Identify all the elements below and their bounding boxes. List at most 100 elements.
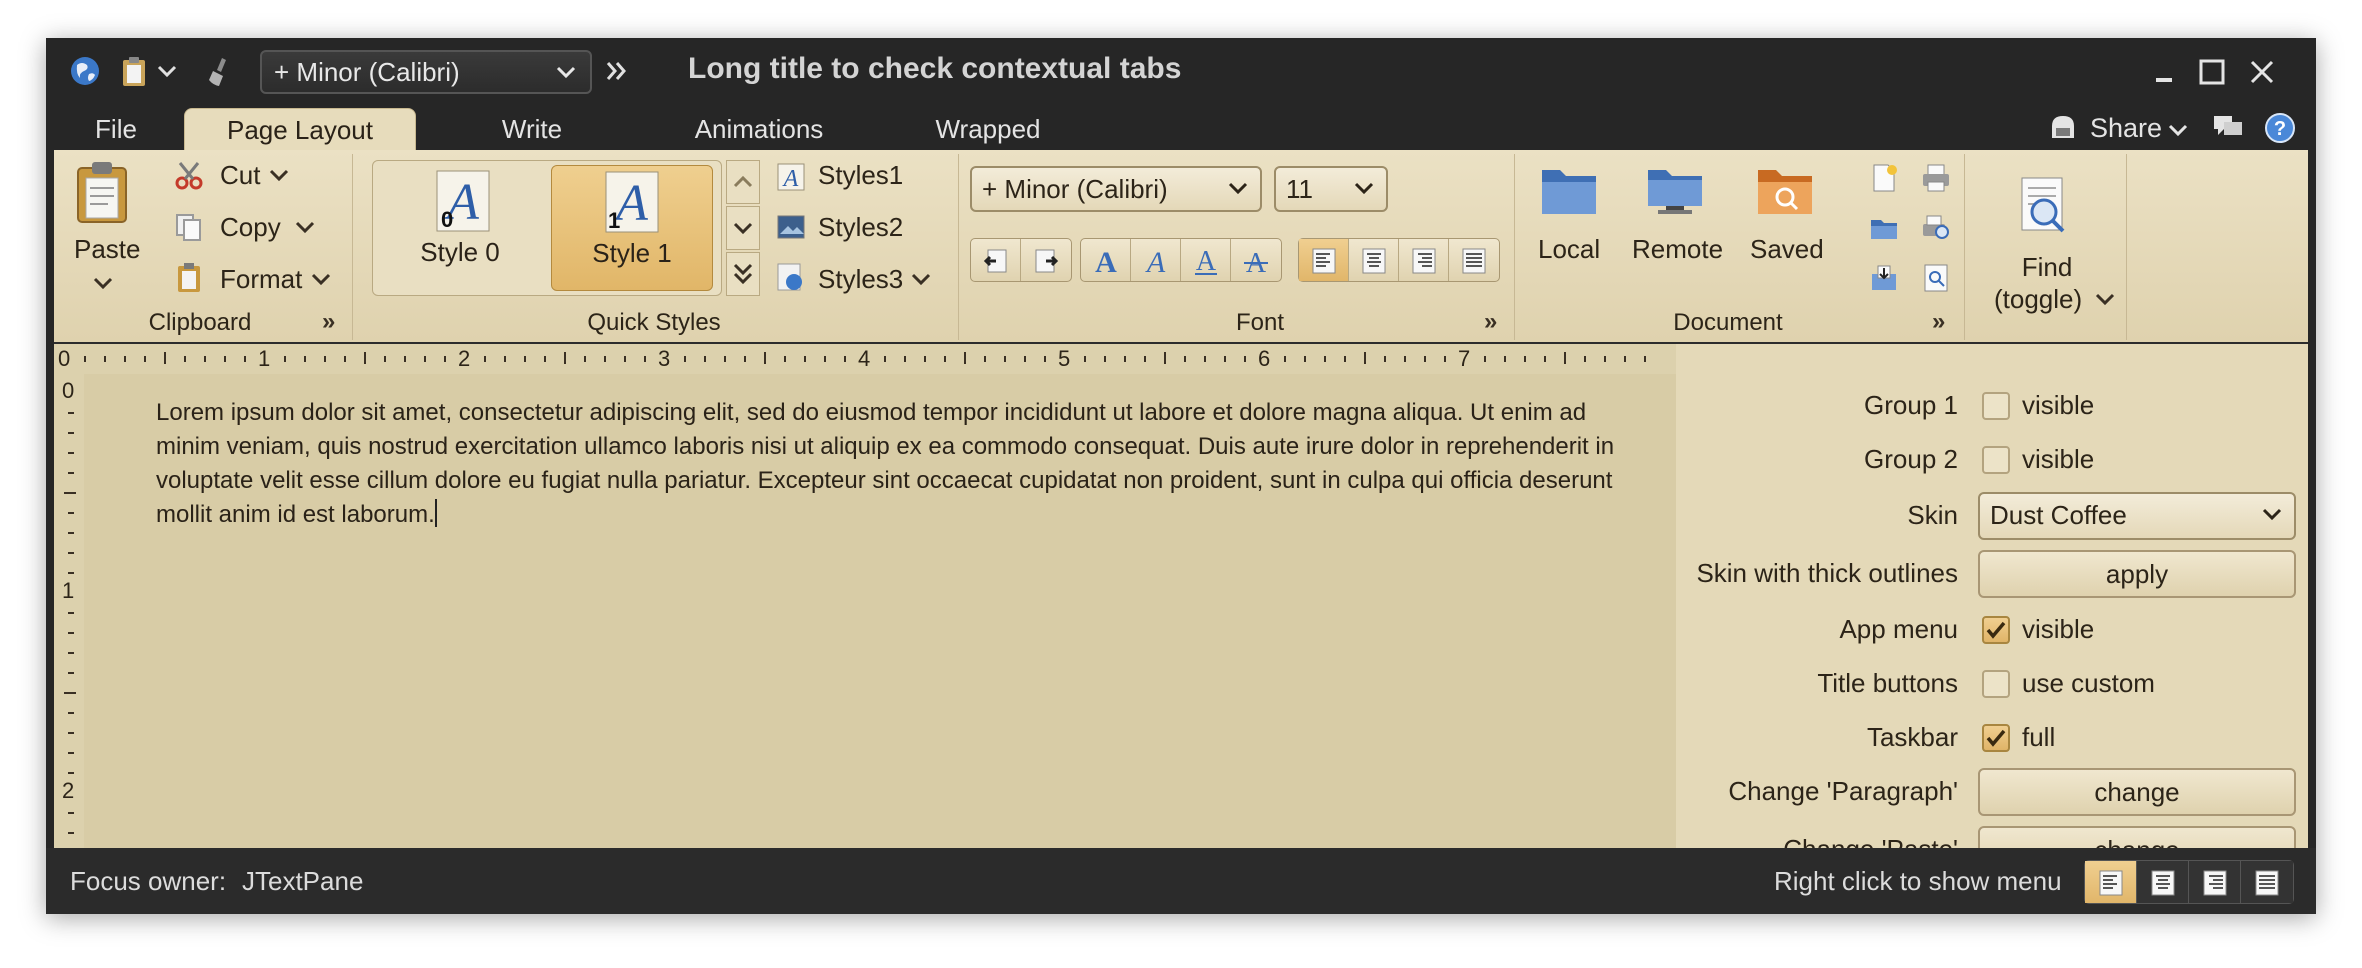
app-menu-checkbox[interactable]: [1982, 616, 2010, 644]
vertical-ruler[interactable]: 0 1 2: [54, 374, 84, 848]
clipboard-expand-icon[interactable]: »: [322, 308, 335, 336]
styles3-button[interactable]: Styles3: [818, 264, 903, 295]
tab-animations[interactable]: Animations: [654, 108, 864, 150]
text-editor[interactable]: Lorem ipsum dolor sit amet, consectetur …: [84, 374, 1676, 848]
ruler-tick: [904, 356, 906, 362]
tab-file[interactable]: File: [68, 108, 164, 150]
find-button-line1[interactable]: Find: [2014, 252, 2080, 283]
view-align-justify-button[interactable]: [2241, 861, 2293, 903]
find-document-icon[interactable]: [2014, 174, 2074, 240]
help-icon[interactable]: ?: [2264, 112, 2296, 144]
saved-button[interactable]: Saved: [1750, 234, 1824, 265]
font-expand-icon[interactable]: »: [1484, 308, 1497, 336]
app-menu-check-text[interactable]: visible: [2022, 614, 2094, 645]
taskbar-checkbox[interactable]: [1982, 724, 2010, 752]
local-button[interactable]: Local: [1538, 234, 1600, 265]
gallery-expand[interactable]: [726, 252, 760, 296]
align-center-button[interactable]: [1349, 239, 1399, 281]
styles2-button[interactable]: Styles2: [818, 212, 903, 243]
tab-wrapped[interactable]: Wrapped: [898, 108, 1078, 150]
document-expand-icon[interactable]: »: [1932, 308, 1945, 336]
align-justify-button[interactable]: [1449, 239, 1499, 281]
styles1-button[interactable]: Styles1: [818, 160, 903, 191]
share-icon[interactable]: [2048, 112, 2078, 142]
save-icon[interactable]: [1868, 262, 1900, 294]
style-0-item[interactable]: A 0 Style 0: [379, 165, 541, 291]
skin-select[interactable]: Dust Coffee: [1978, 492, 2296, 540]
minimize-icon[interactable]: [2148, 56, 2180, 88]
chevron-down-icon[interactable]: [156, 54, 178, 88]
view-align-right-button[interactable]: [2189, 861, 2241, 903]
title-buttons-check-text[interactable]: use custom: [2022, 668, 2155, 699]
ruler-tick: [764, 352, 766, 364]
editor-text[interactable]: Lorem ipsum dolor sit amet, consectetur …: [156, 396, 1616, 532]
increase-indent-button[interactable]: [1021, 239, 1071, 281]
scissors-icon[interactable]: [174, 160, 204, 190]
broom-icon[interactable]: [204, 54, 238, 88]
maximize-icon[interactable]: [2196, 56, 2228, 88]
remote-folder-icon[interactable]: [1644, 160, 1706, 218]
horizontal-ruler[interactable]: 0 1 2 3 4 5 6 7: [54, 344, 1676, 374]
chevron-down-icon[interactable]: [310, 268, 332, 290]
view-align-left-button[interactable]: [2085, 861, 2137, 903]
title-buttons-checkbox[interactable]: [1982, 670, 2010, 698]
local-folder-icon[interactable]: [1538, 160, 1600, 218]
taskbar-check-text[interactable]: full: [2022, 722, 2055, 753]
comments-icon[interactable]: [2212, 112, 2244, 142]
gallery-scroll-up[interactable]: [726, 160, 760, 204]
ruler-tick: [544, 356, 546, 362]
view-align-center-button[interactable]: [2137, 861, 2189, 903]
align-left-button[interactable]: [1299, 239, 1349, 281]
chevron-down-icon[interactable]: [2094, 288, 2116, 310]
globe-icon[interactable]: [68, 54, 102, 88]
font-size-combo[interactable]: 11: [1274, 166, 1388, 212]
gallery-scroll-down[interactable]: [726, 206, 760, 250]
copy-icon[interactable]: [174, 212, 204, 242]
underline-button[interactable]: A: [1181, 239, 1231, 281]
ruler-tick: [964, 352, 966, 364]
style-1-item[interactable]: A 1 Style 1: [551, 165, 713, 291]
group2-checkbox[interactable]: [1982, 446, 2010, 474]
tab-page-layout[interactable]: Page Layout: [184, 108, 416, 150]
remote-button[interactable]: Remote: [1632, 234, 1723, 265]
ruler-tick: [68, 732, 74, 734]
title-font-combo[interactable]: + Minor (Calibri): [260, 50, 592, 94]
format-painter-icon[interactable]: [174, 262, 204, 294]
text-style-buttons: A A A A: [1080, 238, 1282, 282]
chevron-up-icon: [733, 175, 753, 188]
paste-icon[interactable]: [72, 160, 132, 224]
bold-button[interactable]: A: [1081, 239, 1131, 281]
share-button[interactable]: Share: [2090, 110, 2162, 146]
find-button-line2[interactable]: (toggle): [1994, 284, 2082, 315]
decrease-indent-button[interactable]: [971, 239, 1021, 281]
tab-write[interactable]: Write: [452, 108, 612, 150]
chevron-down-icon[interactable]: [92, 272, 114, 294]
chevron-down-icon[interactable]: [910, 268, 932, 290]
clipboard-icon[interactable]: [118, 54, 152, 88]
chevron-down-icon[interactable]: [2166, 118, 2190, 142]
apply-button[interactable]: apply: [1978, 550, 2296, 598]
print-icon[interactable]: [1920, 162, 1952, 194]
paste-button[interactable]: Paste: [74, 234, 141, 265]
cut-button[interactable]: Cut: [220, 160, 260, 191]
strikethrough-button[interactable]: A: [1231, 239, 1281, 281]
group2-check-text[interactable]: visible: [2022, 444, 2094, 475]
saved-folder-icon[interactable]: [1754, 160, 1816, 218]
group1-checkbox[interactable]: [1982, 392, 2010, 420]
chevron-down-icon[interactable]: [268, 164, 290, 186]
chevron-down-icon[interactable]: [294, 216, 316, 238]
group1-check-text[interactable]: visible: [2022, 390, 2094, 421]
overflow-chevrons-icon[interactable]: [604, 58, 630, 84]
italic-button[interactable]: A: [1131, 239, 1181, 281]
change-paragraph-button[interactable]: change: [1978, 768, 2296, 816]
print-preview-icon[interactable]: [1920, 212, 1952, 244]
new-document-icon[interactable]: [1868, 162, 1900, 194]
zoom-document-icon[interactable]: [1920, 262, 1952, 294]
copy-button[interactable]: Copy: [220, 212, 281, 243]
close-icon[interactable]: [2246, 56, 2278, 88]
font-family-combo[interactable]: + Minor (Calibri): [970, 166, 1262, 212]
format-button[interactable]: Format: [220, 264, 302, 295]
open-folder-icon[interactable]: [1868, 212, 1900, 244]
align-right-button[interactable]: [1399, 239, 1449, 281]
ruler-tick: [204, 356, 206, 362]
